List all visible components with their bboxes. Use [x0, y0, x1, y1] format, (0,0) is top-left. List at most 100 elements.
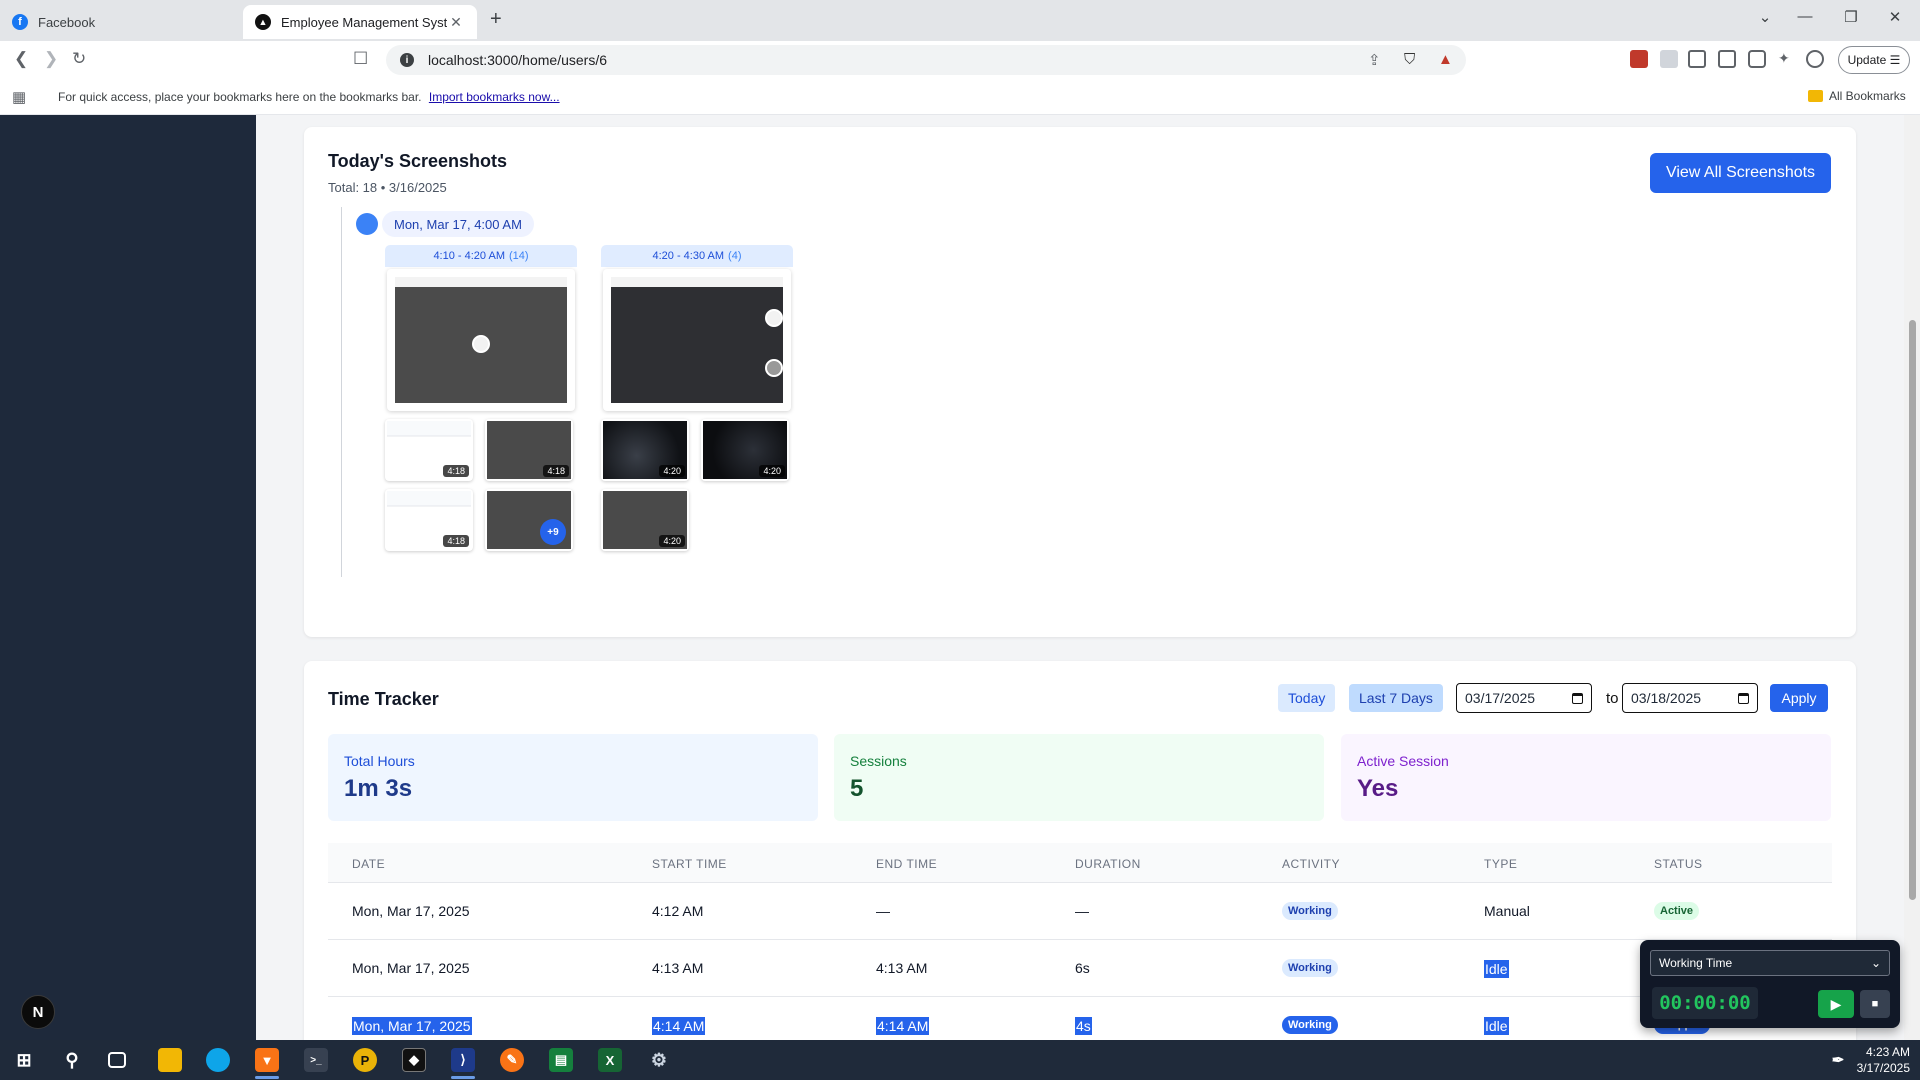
settings-gear-icon[interactable]: ⚙ — [647, 1048, 671, 1072]
column-header: ACTIVITY — [1282, 857, 1341, 871]
stop-icon: ■ — [1871, 998, 1879, 1010]
close-tab-icon[interactable]: ✕ — [447, 14, 465, 31]
sidebar-toggle-icon[interactable] — [1718, 50, 1736, 68]
back-icon[interactable]: ❮ — [14, 49, 28, 69]
vpn-icon[interactable] — [1806, 50, 1824, 68]
cell-end: 4:14 AM — [876, 1017, 930, 1035]
time-tracker-title: Time Tracker — [328, 689, 439, 709]
stop-button[interactable]: ■ — [1860, 990, 1890, 1018]
translate-icon[interactable] — [1660, 50, 1678, 68]
thumb-time: 4:18 — [443, 465, 469, 477]
cursor-icon[interactable]: ◆ — [402, 1048, 426, 1072]
timer-display: 00:00:00 — [1652, 987, 1758, 1019]
bookmark-icon[interactable]: ☐ — [353, 49, 368, 69]
share-icon[interactable]: ⇪ — [1368, 51, 1381, 69]
stat-value: 1m 3s — [344, 775, 413, 802]
site-info-icon[interactable]: i — [400, 53, 414, 67]
task-view-icon[interactable] — [108, 1052, 126, 1068]
total-hours-stat: Total Hours 1m 3s — [328, 734, 818, 821]
extension-icon[interactable] — [1630, 50, 1648, 68]
pen-icon[interactable]: ✒ — [1826, 1048, 1850, 1072]
nextjs-dev-badge[interactable]: N — [21, 995, 55, 1029]
play-button[interactable]: ▶ — [1818, 990, 1854, 1018]
stat-label: Sessions — [850, 753, 907, 769]
screenshot-thumbnail[interactable]: 4:20 — [601, 489, 689, 551]
postman-app-icon[interactable]: ✎ — [500, 1048, 524, 1072]
stat-value: 5 — [850, 775, 864, 802]
tab-facebook[interactable]: f Facebook — [0, 5, 240, 39]
close-window-icon[interactable]: ✕ — [1880, 8, 1910, 26]
edge-icon[interactable] — [206, 1048, 230, 1072]
scrollbar-thumb[interactable] — [1909, 320, 1916, 900]
column-header: END TIME — [876, 857, 938, 871]
page-scrollbar[interactable] — [1904, 115, 1920, 1040]
search-icon[interactable]: ⚲ — [60, 1048, 84, 1072]
screenshot-thumbnail[interactable] — [387, 269, 575, 411]
thumb-time: 4:18 — [543, 465, 569, 477]
screenshot-thumbnail[interactable]: 4:20 — [701, 419, 789, 481]
cell-date: Mon, Mar 17, 2025 — [352, 960, 470, 976]
activity-badge: Working — [1282, 902, 1338, 920]
timer-mode-select[interactable]: Working Time ⌄ — [1650, 950, 1890, 976]
terminal-icon[interactable]: >_ — [304, 1048, 328, 1072]
date-to-input[interactable]: 03/18/2025 — [1622, 683, 1758, 713]
last-7-days-button[interactable]: Last 7 Days — [1349, 684, 1443, 712]
screenshot-thumbnail[interactable] — [603, 269, 791, 411]
bookmarks-hint: For quick access, place your bookmarks h… — [58, 90, 560, 104]
date-from-input[interactable]: 03/17/2025 — [1456, 683, 1592, 713]
file-explorer-icon[interactable] — [158, 1048, 182, 1072]
screenshot-thumbnail[interactable]: 4:18 — [385, 419, 473, 481]
group-range: 4:10 - 4:20 AM — [433, 250, 505, 262]
tab-title: Employee Management System — [281, 14, 447, 30]
timeline-line — [341, 207, 342, 577]
today-button[interactable]: Today — [1278, 684, 1336, 712]
extensions-puzzle-icon[interactable] — [1688, 50, 1706, 68]
cell-type: Idle — [1484, 1017, 1509, 1035]
sheets-icon[interactable]: ▤ — [549, 1048, 573, 1072]
thumb-time: 4:20 — [659, 465, 685, 477]
avatar — [472, 335, 490, 353]
cell-start: 4:14 AM — [652, 1017, 706, 1035]
tab-search-icon[interactable]: ⌄ — [1750, 8, 1780, 26]
sessions-stat: Sessions 5 — [834, 734, 1324, 821]
vscode-icon[interactable]: ⟩ — [451, 1048, 475, 1072]
more-screenshots-thumbnail[interactable]: +9 — [485, 489, 573, 551]
all-bookmarks-button[interactable]: All Bookmarks — [1808, 89, 1906, 103]
column-header: TYPE — [1484, 857, 1518, 871]
hour-label: Mon, Mar 17, 4:00 AM — [382, 211, 534, 237]
screenshot-thumbnail[interactable]: 4:20 — [601, 419, 689, 481]
rewards-icon[interactable]: ▲ — [1438, 51, 1453, 68]
excel-icon[interactable]: X — [598, 1048, 622, 1072]
chevron-down-icon: ⌄ — [1870, 956, 1881, 970]
system-clock[interactable]: 4:23 AM 3/17/2025 — [1850, 1044, 1910, 1076]
active-app-indicator — [255, 1076, 279, 1079]
import-bookmarks-link[interactable]: Import bookmarks now... — [429, 90, 560, 104]
apply-button[interactable]: Apply — [1770, 684, 1828, 712]
leo-ai-icon[interactable]: ✦ — [1778, 50, 1796, 68]
restore-icon[interactable]: ❐ — [1836, 8, 1866, 26]
update-button[interactable]: Update ☰ — [1838, 46, 1910, 74]
tab-title: Facebook — [38, 14, 96, 30]
more-count-badge: +9 — [540, 519, 566, 545]
screenshot-thumbnail[interactable]: 4:18 — [385, 489, 473, 551]
brave-icon[interactable]: ▼ — [255, 1048, 279, 1072]
windows-start-icon[interactable]: ⊞ — [12, 1048, 36, 1072]
apps-grid-icon[interactable]: ▦ — [12, 88, 26, 106]
reload-icon[interactable]: ↻ — [72, 49, 86, 69]
cell-duration: 6s — [1075, 960, 1090, 976]
calendar-icon[interactable] — [1572, 692, 1583, 704]
screenshot-thumbnail[interactable]: 4:18 — [485, 419, 573, 481]
view-all-screenshots-button[interactable]: View All Screenshots — [1650, 153, 1831, 193]
calendar-icon[interactable] — [1738, 692, 1749, 704]
app-favicon-icon: ▲ — [255, 14, 271, 30]
sessions-table: DATE START TIME END TIME DURATION ACTIVI… — [328, 843, 1832, 1040]
wallet-icon[interactable] — [1748, 50, 1766, 68]
brave-shield-icon[interactable]: ⛉ — [1404, 51, 1415, 68]
postman-icon[interactable]: P — [353, 1048, 377, 1072]
forward-icon[interactable]: ❯ — [44, 49, 58, 69]
minimize-icon[interactable]: — — [1790, 8, 1820, 25]
new-tab-icon[interactable]: + — [490, 8, 502, 31]
group-count: (14) — [508, 250, 529, 262]
tab-employee-management[interactable]: ▲ Employee Management System ✕ — [243, 5, 477, 39]
address-bar[interactable]: i localhost:3000/home/users/6 ⇪ ⛉ ▲ — [386, 45, 1466, 75]
